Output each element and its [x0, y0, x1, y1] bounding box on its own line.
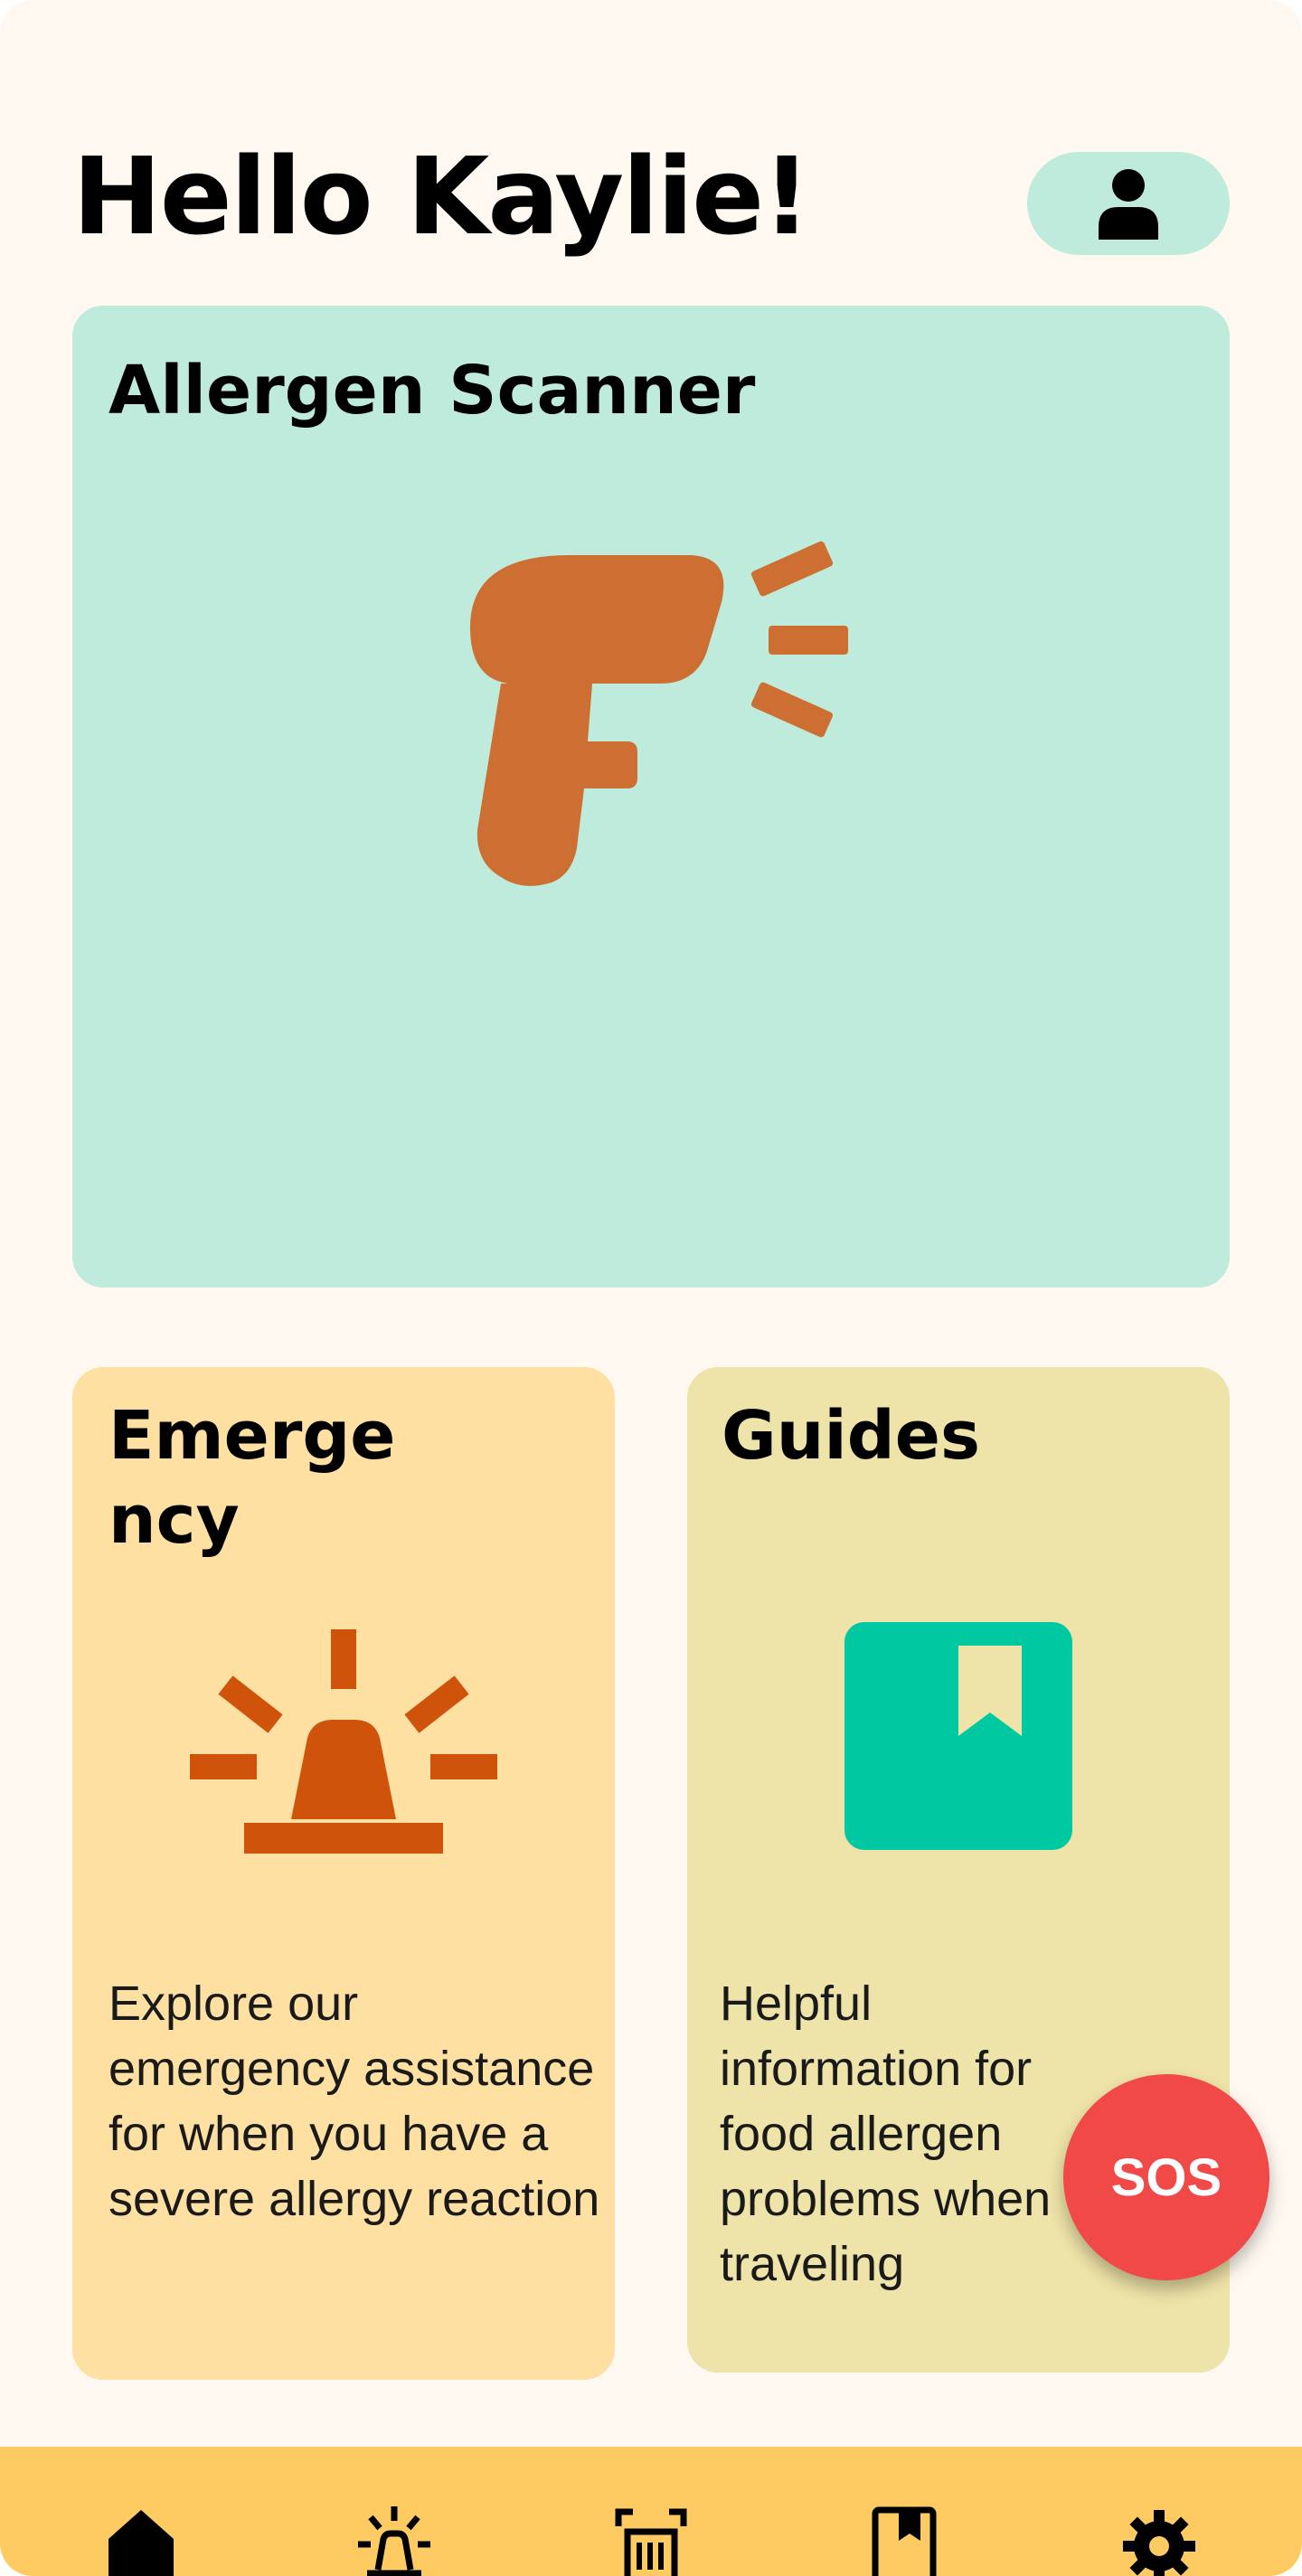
nav-home[interactable] — [105, 2506, 177, 2576]
app-screen: Hello Kaylie! Allergen Scanner Emerge nc… — [0, 0, 1302, 2576]
nav-settings[interactable] — [1123, 2506, 1195, 2576]
profile-button[interactable] — [1027, 152, 1230, 255]
emergency-card-title: Emerge ncy — [108, 1394, 506, 1562]
nav-guides[interactable] — [868, 2506, 940, 2576]
gear-icon — [1123, 2510, 1195, 2576]
siren-icon — [190, 1629, 497, 1854]
emergency-card[interactable]: Emerge ncy Explore our emergency assista… — [72, 1367, 615, 2380]
guides-card-description: Helpful information for food allergen pr… — [720, 1977, 1052, 2291]
guides-card-title: Guides — [722, 1397, 980, 1475]
scanner-card-title: Allergen Scanner — [108, 352, 756, 429]
home-icon — [108, 2510, 174, 2576]
allergen-scanner-card[interactable]: Allergen Scanner — [72, 306, 1230, 1288]
emergency-title-line-2: ncy — [108, 1480, 240, 1559]
siren-icon — [358, 2506, 430, 2576]
nav-emergency[interactable] — [358, 2506, 430, 2576]
greeting-title: Hello Kaylie! — [72, 134, 811, 259]
bottom-nav — [0, 2447, 1302, 2576]
nav-scanner[interactable] — [615, 2506, 687, 2576]
emergency-card-description: Explore our emergency assistance for whe… — [108, 1977, 600, 2226]
barcode-scanner-icon — [470, 541, 848, 886]
user-icon — [1099, 169, 1158, 240]
book-icon — [844, 1622, 1072, 1850]
book-icon — [872, 2506, 937, 2576]
emergency-title-line-1: Emerge — [108, 1397, 396, 1475]
barcode-scan-icon — [615, 2508, 687, 2576]
sos-button[interactable]: SOS — [1063, 2074, 1269, 2280]
